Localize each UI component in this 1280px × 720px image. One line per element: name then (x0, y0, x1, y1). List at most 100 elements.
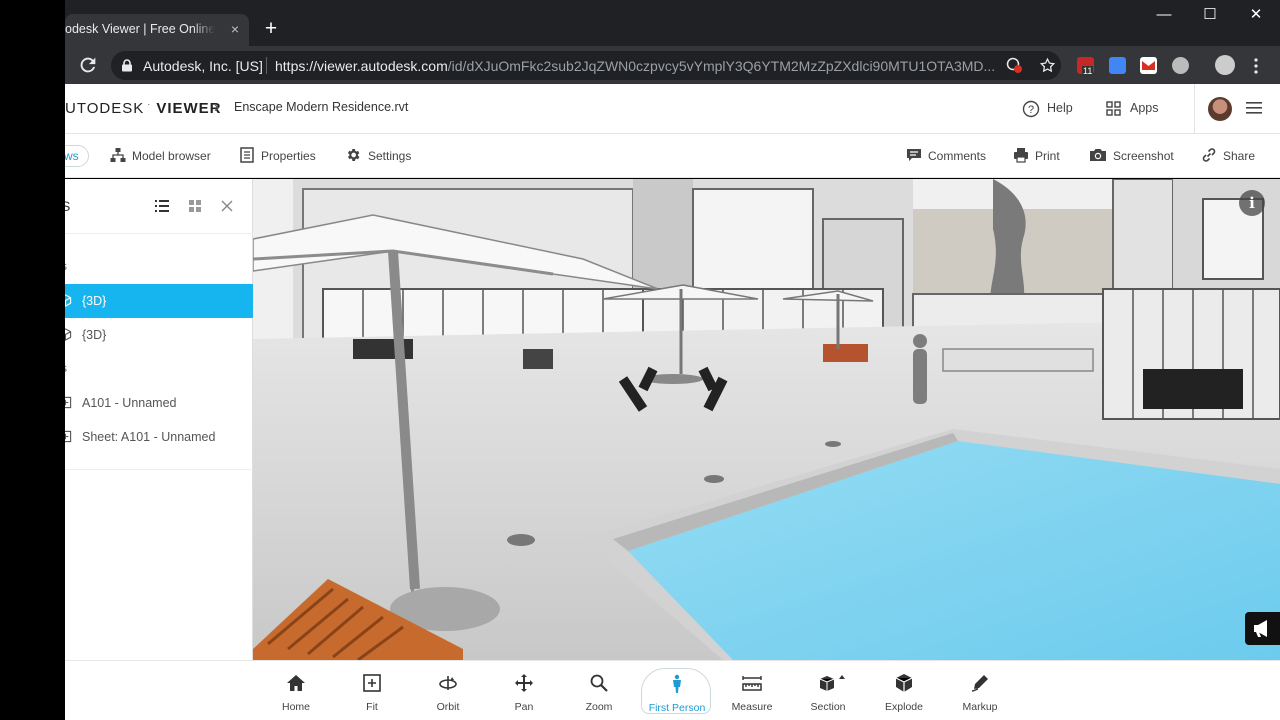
share-link-icon (1202, 148, 1216, 162)
properties-label: Properties (261, 149, 316, 163)
panel-title: S (65, 198, 71, 214)
model-browser-button[interactable]: Model browser (110, 147, 220, 167)
camera-icon (1090, 149, 1106, 161)
url-path: /id/dXJuOmFkc2sub2JqZWN0czpvcy5vYmplY3Q6… (447, 58, 996, 74)
sheet-icon (65, 396, 72, 409)
site-owner: Autodesk, Inc. [US] (143, 58, 263, 74)
zoom-button[interactable]: Zoom (564, 668, 634, 714)
properties-button[interactable]: Properties (240, 147, 330, 167)
model-browser-icon (110, 148, 126, 162)
fit-label: Fit (366, 701, 378, 713)
apps-button[interactable]: Apps (1106, 99, 1166, 119)
bookmark-star-icon[interactable] (1039, 57, 1056, 74)
info-button[interactable]: i (1239, 190, 1265, 216)
comments-button[interactable]: Comments (906, 147, 986, 167)
help-label: Help (1047, 101, 1073, 115)
home-button[interactable]: Home (261, 668, 331, 714)
measure-button[interactable]: Measure (717, 668, 787, 714)
orbit-icon (439, 676, 457, 690)
section-label: Section (810, 701, 846, 713)
extension-record-icon[interactable] (1172, 57, 1189, 74)
list-view-icon[interactable] (154, 198, 170, 214)
model-browser-label: Model browser (132, 149, 211, 163)
sheet-icon (65, 430, 72, 443)
user-avatar[interactable] (1208, 97, 1232, 121)
svg-text:?: ? (1028, 104, 1034, 116)
screen: odesk Viewer | Free Online Fil × + — ☐ ✕… (0, 0, 1280, 720)
share-label: Share (1223, 149, 1256, 163)
orbit-button[interactable]: Orbit (413, 668, 483, 714)
views-panel-header: S (65, 179, 253, 234)
feedback-button[interactable] (1245, 612, 1280, 645)
first-person-icon (673, 674, 681, 693)
sheet-item[interactable]: Sheet: A101 - Unnamed (65, 420, 253, 454)
explode-button[interactable]: Explode (869, 668, 939, 714)
tab-close-icon[interactable]: × (226, 20, 244, 38)
3d-viewport[interactable] (253, 179, 1280, 660)
measure-label: Measure (731, 701, 773, 713)
autodesk-viewer-logo[interactable]: UTODESK · VIEWER (65, 100, 222, 117)
settings-label: Settings (368, 149, 412, 163)
brand-text: UTODESK (65, 100, 145, 117)
window-maximize-button[interactable]: ☐ (1187, 0, 1233, 30)
new-tab-button[interactable]: + (260, 18, 282, 40)
blocked-popup-icon[interactable] (1006, 57, 1023, 74)
extension-badge-count: 11 (1082, 66, 1094, 76)
cube-icon (65, 328, 72, 341)
tab-strip: odesk Viewer | Free Online Fil × + — ☐ ✕ (65, 0, 1280, 46)
screenshot-button[interactable]: Screenshot (1089, 147, 1179, 167)
views-panel: S s {3D} {3D} (65, 179, 253, 660)
help-icon: ? (1022, 100, 1040, 118)
views-tab[interactable]: ws (65, 145, 89, 167)
profile-avatar-icon[interactable] (1215, 55, 1235, 75)
cube-icon (65, 294, 72, 307)
first-person-button[interactable]: First Person (641, 668, 711, 714)
window-close-button[interactable]: ✕ (1233, 0, 1279, 30)
share-button[interactable]: Share (1201, 147, 1261, 167)
close-panel-icon[interactable] (219, 198, 235, 214)
hamburger-menu-icon[interactable] (1246, 101, 1262, 115)
file-name: Enscape Modern Residence.rvt (234, 100, 409, 114)
help-button[interactable]: ? Help (1022, 99, 1082, 119)
fit-button[interactable]: Fit (337, 668, 407, 714)
extension-adblock-icon[interactable]: 11 (1077, 57, 1094, 76)
first-person-label: First Person (648, 702, 706, 714)
view-item-3d[interactable]: {3D} (65, 284, 253, 318)
sheet-item[interactable]: A101 - Unnamed (65, 386, 253, 420)
comments-icon (907, 149, 921, 161)
brand-product: VIEWER (156, 100, 222, 117)
omnibox[interactable]: Autodesk, Inc. [US] https://viewer.autod… (111, 51, 1061, 80)
explode-cube-icon (895, 674, 913, 692)
view-item-3d[interactable]: {3D} (65, 318, 253, 352)
pan-button[interactable]: Pan (489, 668, 559, 714)
zoom-label: Zoom (585, 701, 613, 713)
sheet-item-label: A101 - Unnamed (82, 396, 177, 410)
viewer-toolbar: ws Model browser Properties Settings Com… (65, 134, 1280, 178)
navigation-toolbar: Home Fit Orbit Pan Zoom First Person Mea… (65, 660, 1280, 720)
megaphone-icon (1254, 620, 1267, 637)
window-minimize-button[interactable]: — (1141, 0, 1187, 30)
pan-arrows-icon (515, 674, 533, 692)
header-divider (1194, 84, 1195, 134)
grid-view-icon[interactable] (187, 198, 203, 214)
orbit-label: Orbit (436, 701, 460, 713)
home-label: Home (281, 701, 310, 713)
url-text[interactable]: https://viewer.autodesk.com/id/dXJuOmFkc… (275, 58, 1035, 74)
screenshot-label: Screenshot (1113, 149, 1174, 163)
markup-label: Markup (962, 701, 998, 713)
properties-icon (240, 147, 254, 163)
reload-icon[interactable] (77, 54, 99, 76)
markup-button[interactable]: Markup (945, 668, 1015, 714)
more-options-icon[interactable] (1253, 58, 1259, 74)
explode-label: Explode (885, 701, 923, 713)
viewer-header: UTODESK · VIEWER › Enscape Modern Reside… (65, 84, 1280, 134)
print-button[interactable]: Print (1013, 147, 1068, 167)
extension-screen-icon[interactable] (1109, 57, 1126, 74)
apps-label: Apps (1130, 101, 1159, 115)
browser-tab[interactable]: odesk Viewer | Free Online Fil × (65, 14, 249, 46)
section-button[interactable]: Section (793, 668, 863, 714)
tab-title: odesk Viewer | Free Online Fil (65, 22, 215, 36)
gmail-icon[interactable] (1140, 57, 1157, 74)
view-item-label: {3D} (82, 328, 107, 342)
settings-button[interactable]: Settings (345, 147, 425, 167)
